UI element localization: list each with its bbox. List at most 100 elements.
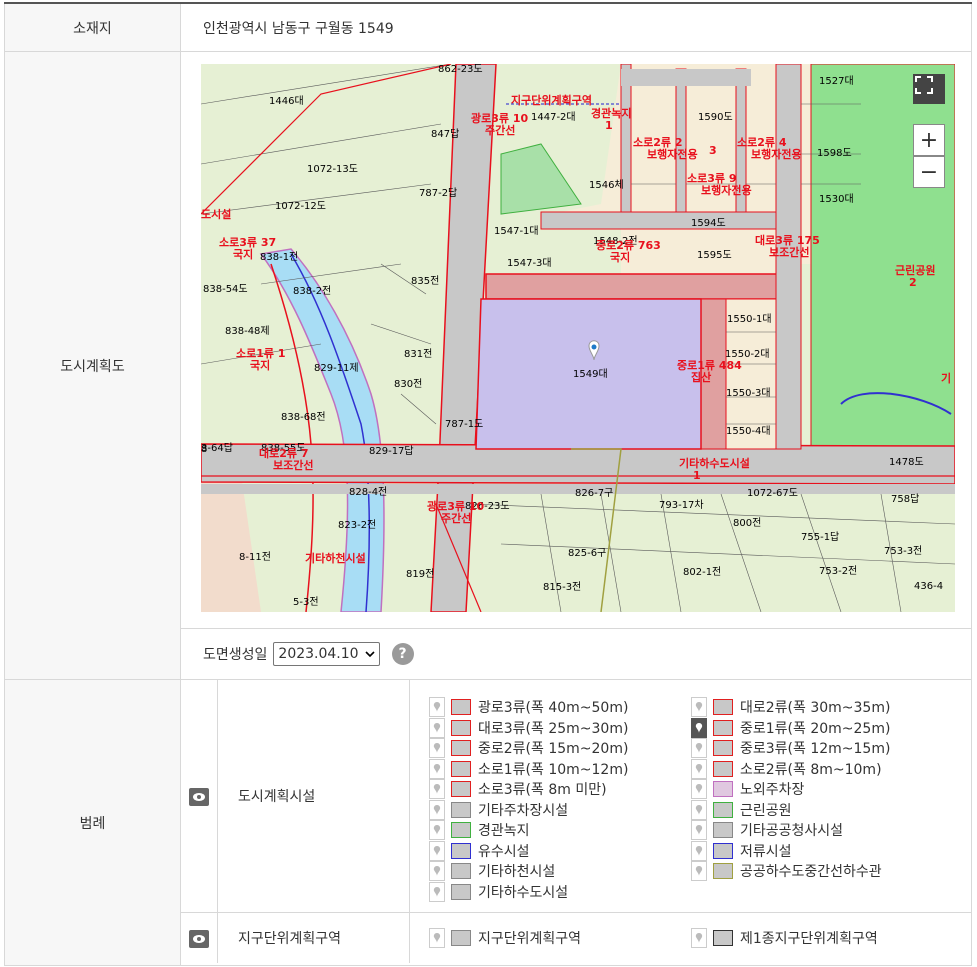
zone-label: 지구단위계획구역 bbox=[511, 93, 592, 107]
legend-item[interactable]: 지구단위계획구역 bbox=[429, 928, 581, 948]
lot-label: 1594도 bbox=[691, 218, 726, 229]
legend-item[interactable]: 중로3류(폭 12m~15m) bbox=[691, 738, 890, 758]
legend-item[interactable]: 기타하수도시설 bbox=[429, 881, 568, 902]
legend-swatch bbox=[451, 883, 471, 900]
legend-item[interactable]: 기타주차장시설 bbox=[429, 799, 568, 820]
map-pin-icon[interactable] bbox=[691, 717, 707, 738]
map-pin-icon[interactable] bbox=[691, 861, 707, 881]
lot-label: 753-3전 bbox=[884, 545, 922, 557]
map-pin-icon[interactable] bbox=[691, 928, 707, 948]
map-pin-icon[interactable] bbox=[429, 928, 445, 948]
lot-label: 5-3전 bbox=[293, 596, 319, 608]
legend-item-label: 소로3류(폭 8m 미만) bbox=[478, 782, 607, 798]
lot-label: 829-17답 bbox=[369, 445, 414, 457]
map-pin-icon[interactable] bbox=[429, 697, 445, 717]
legend-item[interactable]: 소로2류(폭 8m~10m) bbox=[691, 758, 882, 779]
legend-item[interactable]: 근린공원 bbox=[691, 799, 792, 820]
map-pin-icon[interactable] bbox=[429, 861, 445, 881]
map-pin-icon[interactable] bbox=[691, 840, 707, 861]
lot-label: 831전 bbox=[404, 348, 432, 360]
date-bar: 도면생성일 2023.04.10 ? bbox=[181, 628, 971, 678]
help-button[interactable]: ? bbox=[391, 642, 414, 665]
date-select-value: 2023.04.10 bbox=[278, 645, 359, 662]
legend-item[interactable]: 유수시설 bbox=[429, 840, 530, 861]
lot-label: 1072-13도 bbox=[307, 164, 358, 175]
legend-row: 범례 도시계획시설 광로3류(폭 40m~50m) 대로2류(폭 30m~35m)… bbox=[4, 680, 972, 966]
map-pin-icon[interactable] bbox=[429, 758, 445, 779]
legend-item[interactable]: 공공하수도중간선하수관 bbox=[691, 861, 882, 881]
legend-swatch bbox=[451, 719, 471, 736]
map-pin-icon[interactable] bbox=[429, 840, 445, 861]
zoom-out-button[interactable]: − bbox=[913, 156, 945, 188]
legend-swatch bbox=[451, 842, 471, 859]
legend-swatch bbox=[451, 863, 471, 879]
fullscreen-button[interactable] bbox=[913, 74, 945, 104]
legend-item[interactable]: 대로3류(폭 25m~30m) bbox=[429, 717, 628, 738]
location-row: 소재지 인천광역시 남동구 구월동 1549 bbox=[4, 4, 972, 52]
lot-label: 1072-12도 bbox=[275, 201, 326, 212]
legend-item[interactable]: 제1종지구단위계획구역 bbox=[691, 928, 878, 948]
info-table: 소재지 인천광역시 남동구 구월동 1549 도시계획도 862-23도 144… bbox=[4, 2, 972, 966]
lot-label: 758답 bbox=[891, 493, 919, 505]
legend-item[interactable]: 중로2류(폭 15m~20m) bbox=[429, 738, 628, 758]
legend-group-label: 도시계획시설 bbox=[217, 680, 410, 912]
legend-item-label: 기타하천시설 bbox=[478, 864, 556, 880]
legend-item-label: 대로2류(폭 30m~35m) bbox=[740, 700, 891, 716]
map-pin-icon[interactable] bbox=[429, 820, 445, 840]
map-pin-icon[interactable] bbox=[429, 717, 445, 738]
legend-item-label: 지구단위계획구역 bbox=[478, 931, 582, 947]
legend-item-label: 저류시설 bbox=[740, 843, 792, 860]
legend-header: 범례 bbox=[5, 680, 181, 965]
legend-swatch bbox=[451, 781, 471, 797]
eye-icon[interactable] bbox=[189, 788, 209, 806]
location-header: 소재지 bbox=[5, 4, 181, 51]
map-pin-icon[interactable] bbox=[691, 799, 707, 820]
date-select[interactable]: 2023.04.10 bbox=[273, 641, 380, 666]
lot-label: 1547-3대 bbox=[507, 257, 552, 269]
lot-label: 1550-1대 bbox=[727, 313, 772, 325]
legend-item[interactable]: 소로1류(폭 10m~12m) bbox=[429, 758, 628, 779]
lot-label: 1550-4대 bbox=[726, 425, 771, 437]
lot-label: 800전 bbox=[733, 517, 761, 529]
lot-label: 1590도 bbox=[698, 112, 733, 123]
legend-item[interactable]: 대로2류(폭 30m~35m) bbox=[691, 697, 890, 717]
legend-item[interactable]: 저류시설 bbox=[691, 840, 792, 861]
eye-icon[interactable] bbox=[189, 930, 209, 948]
lot-label: 1598도 bbox=[817, 148, 852, 159]
legend-item[interactable]: 노외주차장 bbox=[691, 779, 804, 799]
map-pin-icon[interactable] bbox=[691, 758, 707, 779]
map-pin-icon[interactable] bbox=[691, 697, 707, 717]
legend-item[interactable]: 광로3류(폭 40m~50m) bbox=[429, 697, 628, 717]
legend-item[interactable]: 경관녹지 bbox=[429, 820, 530, 840]
lot-label: 835전 bbox=[411, 275, 439, 287]
lot-label: 1478도 bbox=[889, 457, 924, 468]
plan-row: 도시계획도 862-23도 1446대 1447-2대 1590도 1527대 … bbox=[4, 52, 972, 680]
map-pin-icon[interactable] bbox=[429, 799, 445, 820]
legend-swatch bbox=[451, 801, 471, 818]
legend-item-label: 중로2류(폭 15m~20m) bbox=[478, 741, 629, 757]
lot-label: 787-1도 bbox=[445, 419, 483, 430]
lot-label: 838-68전 bbox=[281, 411, 326, 423]
zoom-in-button[interactable]: + bbox=[913, 124, 945, 156]
zone-label: 기 bbox=[941, 371, 951, 385]
map-pin-icon[interactable] bbox=[691, 779, 707, 799]
city-plan-map[interactable]: 862-23도 1446대 1447-2대 1590도 1527대 1072-13도 787… bbox=[201, 64, 955, 612]
map-pin-icon[interactable] bbox=[429, 881, 445, 902]
legend-swatch bbox=[713, 781, 733, 797]
legend-swatch bbox=[713, 801, 733, 818]
legend-item[interactable]: 소로3류(폭 8m 미만) bbox=[429, 779, 607, 799]
map-canvas: 862-23도 1446대 1447-2대 1590도 1527대 1072-13도 787… bbox=[201, 64, 955, 612]
legend-item[interactable]: 기타하천시설 bbox=[429, 861, 555, 881]
legend-swatch bbox=[451, 930, 471, 946]
legend-item[interactable]: 중로1류(폭 20m~25m) bbox=[691, 717, 890, 738]
map-pin-icon[interactable] bbox=[429, 738, 445, 758]
map-pin-icon[interactable] bbox=[429, 779, 445, 799]
legend-swatch bbox=[451, 740, 471, 756]
lot-label: 862-23도 bbox=[438, 64, 483, 75]
lot-label: 823-2전 bbox=[338, 519, 376, 531]
map-pin-icon[interactable] bbox=[691, 738, 707, 758]
map-pin-icon[interactable] bbox=[691, 820, 707, 840]
lot-label: 829-11제 bbox=[314, 362, 359, 374]
lot-label: 787-2답 bbox=[419, 187, 457, 199]
legend-item[interactable]: 기타공공청사시설 bbox=[691, 820, 843, 840]
